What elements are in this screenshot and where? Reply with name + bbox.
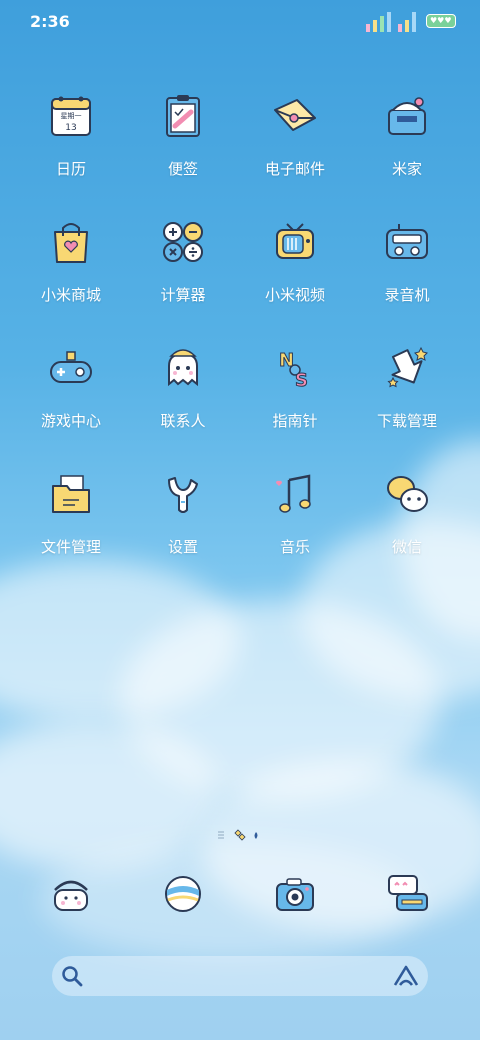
mihome-icon xyxy=(388,97,426,135)
dock-browser[interactable] xyxy=(127,866,239,926)
page-dot-active xyxy=(234,829,246,841)
music-note-icon xyxy=(275,474,311,513)
wechat-icon xyxy=(387,476,428,512)
app-settings[interactable]: 设置 xyxy=(127,466,239,576)
page-indicator[interactable] xyxy=(216,826,266,844)
dock xyxy=(15,866,465,926)
tv-icon xyxy=(276,223,314,259)
status-bar: 2:36 ♥♥♥ xyxy=(0,0,480,44)
phone-icon xyxy=(54,880,88,911)
settings-icon xyxy=(168,477,198,513)
app-gamecenter[interactable]: 游戏中心 xyxy=(15,340,127,450)
app-label: 微信 xyxy=(391,538,422,556)
app-calendar[interactable]: 星期一 13 日历 xyxy=(15,88,127,198)
app-compass[interactable]: N S 指南针 xyxy=(239,340,351,450)
voice-assistant-icon[interactable] xyxy=(392,964,420,988)
dock-camera[interactable] xyxy=(239,866,351,926)
app-label: 联系人 xyxy=(160,412,206,430)
app-filemanager[interactable]: 文件管理 xyxy=(15,466,127,576)
app-label: 音乐 xyxy=(279,538,310,556)
app-label: 小米视频 xyxy=(264,286,325,304)
app-label: 电子邮件 xyxy=(264,160,325,178)
recorder-icon xyxy=(386,224,428,259)
battery-icon: ♥♥♥ xyxy=(426,14,456,28)
app-label: 下载管理 xyxy=(376,412,437,430)
app-mihome[interactable]: 米家 xyxy=(351,88,463,198)
gamepad-icon xyxy=(50,351,92,383)
battery-hearts: ♥♥♥ xyxy=(430,16,452,25)
calendar-weekday: 星期一 xyxy=(61,112,82,120)
calculator-icon xyxy=(163,222,203,262)
app-contacts[interactable]: 联系人 xyxy=(127,340,239,450)
compass-icon: N S xyxy=(279,350,309,392)
calendar-icon: 星期一 13 xyxy=(51,96,91,136)
search-icon[interactable] xyxy=(60,964,84,988)
app-label: 日历 xyxy=(55,160,86,178)
page-dot-inactive xyxy=(254,832,258,839)
app-downloads[interactable]: 下载管理 xyxy=(351,340,463,450)
app-music[interactable]: 音乐 xyxy=(239,466,351,576)
messages-icon xyxy=(388,875,428,911)
contacts-ghost-icon xyxy=(168,349,198,387)
folder-icon xyxy=(52,475,90,513)
app-label: 文件管理 xyxy=(40,538,101,556)
page-list-icon xyxy=(218,831,224,839)
app-label: 游戏中心 xyxy=(40,412,101,430)
browser-ball-icon xyxy=(165,876,201,912)
dock-messages[interactable] xyxy=(351,866,463,926)
app-label: 设置 xyxy=(167,538,198,556)
camera-icon xyxy=(276,878,314,911)
app-label: 米家 xyxy=(391,160,422,178)
compass-s: S xyxy=(295,370,308,391)
app-label: 指南针 xyxy=(272,412,318,430)
search-bar[interactable] xyxy=(52,956,428,996)
app-label: 便签 xyxy=(167,160,198,178)
app-calculator[interactable]: 计算器 xyxy=(127,214,239,324)
notes-icon xyxy=(166,95,200,137)
dock-phone[interactable] xyxy=(15,866,127,926)
calendar-day: 13 xyxy=(65,123,76,133)
app-wechat[interactable]: 微信 xyxy=(351,466,463,576)
app-mistore[interactable]: 小米商城 xyxy=(15,214,127,324)
app-recorder[interactable]: 录音机 xyxy=(351,214,463,324)
app-notes[interactable]: 便签 xyxy=(127,88,239,198)
signal-strength-icon xyxy=(366,12,416,32)
shopping-bag-icon xyxy=(54,223,88,263)
app-mivideo[interactable]: 小米视频 xyxy=(239,214,351,324)
download-icon xyxy=(387,346,428,388)
app-label: 录音机 xyxy=(384,286,430,304)
app-label: 计算器 xyxy=(160,286,206,304)
status-time: 2:36 xyxy=(30,12,70,31)
app-email[interactable]: 电子邮件 xyxy=(239,88,351,198)
email-icon xyxy=(274,99,316,131)
app-label: 小米商城 xyxy=(40,286,101,304)
